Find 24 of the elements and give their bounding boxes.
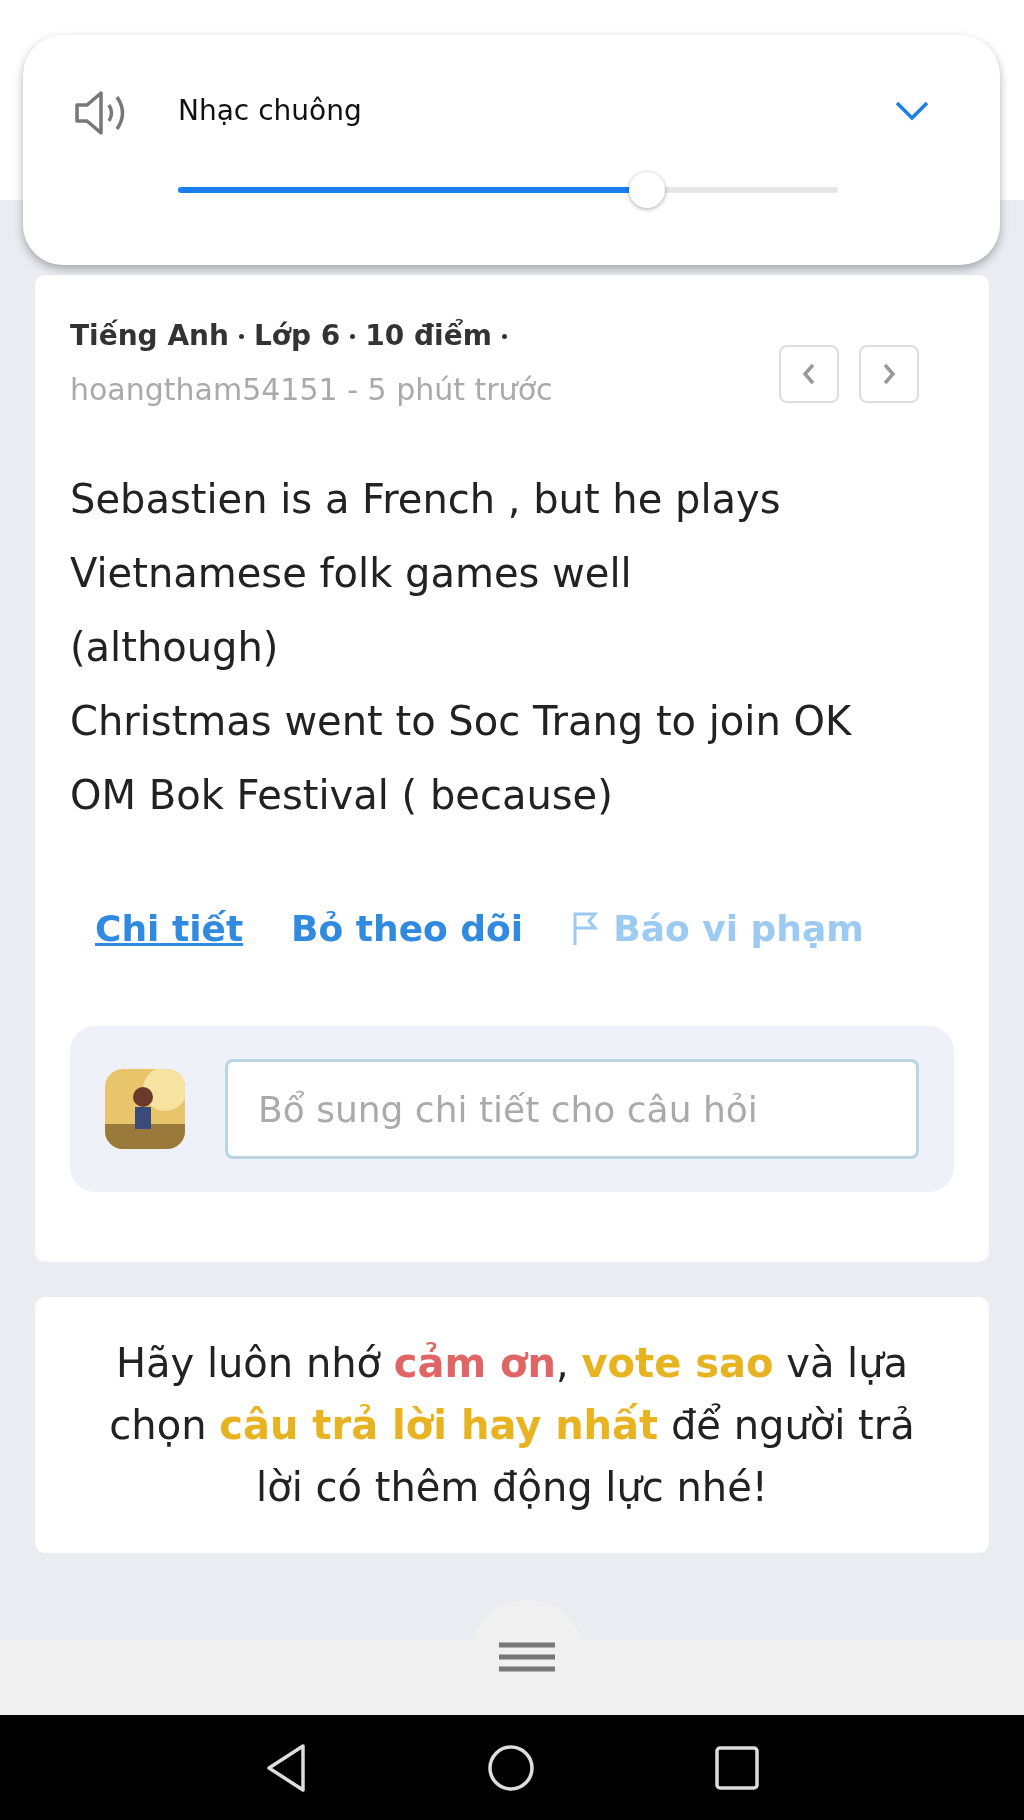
question-meta: Tiếng Anh [70,318,229,354]
menu-icon [499,1642,555,1672]
question-text: (although) [70,623,280,672]
question-meta: 10 điểm [365,318,492,354]
dot-separator-icon [501,333,507,339]
comment-input[interactable]: Bổ sung chi tiết cho câu hỏi [225,1059,919,1159]
author-line: hoangtham54151 - 5 phút trước [70,371,553,409]
previous-button[interactable] [779,345,839,403]
slider-thumb[interactable] [628,172,665,208]
volume-label: Nhạc chuông [178,93,362,129]
question-text: Sebastien is a French , but he plays Vietnamese folk games well [70,475,782,598]
dot-separator-icon [350,333,356,339]
volume-slider[interactable] [178,172,838,208]
back-icon[interactable] [265,1742,307,1793]
recents-icon[interactable] [715,1745,759,1790]
dot-separator-icon [238,333,244,339]
unfollow-link[interactable]: Bỏ theo dõi [291,902,524,956]
question-meta: Lớp 6 [253,318,341,354]
chevron-down-icon[interactable] [894,100,930,122]
question-text: Christmas went to Soc Trang to join OK OM Bok Festival ( because) [70,697,853,820]
home-icon[interactable] [487,1743,535,1792]
reminder-text: Hãy luôn nhớ cảm ơn, vote sao và lựa chọn câu trả lời hay nhất để người trả lời có thêm động lực nhé! [108,1339,916,1512]
details-link[interactable]: Chi tiết [95,902,244,956]
next-button[interactable] [859,345,919,403]
